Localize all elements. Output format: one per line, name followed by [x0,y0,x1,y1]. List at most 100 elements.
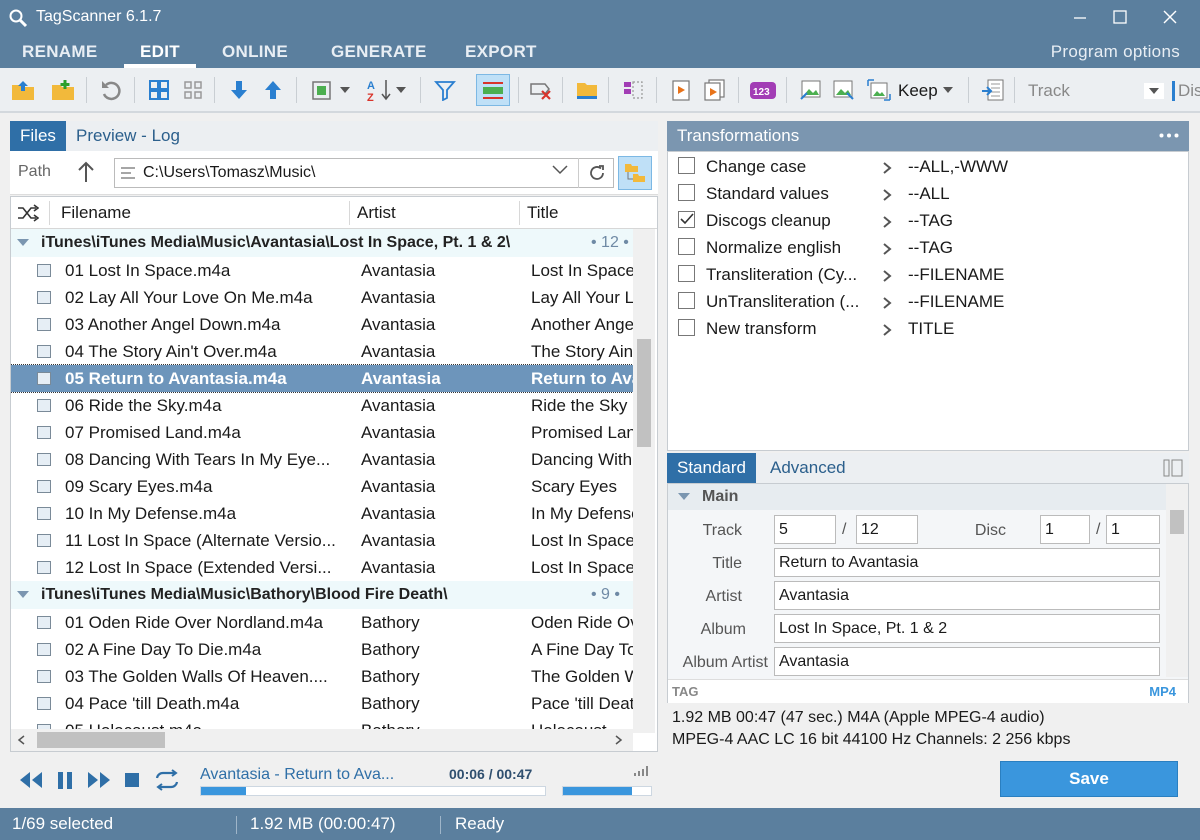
refresh-button[interactable] [578,158,614,188]
transform-checkbox[interactable] [678,265,695,282]
table-row[interactable]: 04 The Story Ain't Over.m4a Avantasia The … [11,338,633,365]
disc-total-input[interactable]: 1 [1106,515,1160,544]
table-row[interactable]: 10 In My Defense.m4a Avantasia In My Defen… [11,500,633,527]
transform-checkbox[interactable] [678,292,695,309]
select-dropdown[interactable] [338,77,352,103]
horizontal-scroll-thumb[interactable] [37,732,165,748]
artist-input[interactable]: Avantasia [774,581,1160,610]
transform-checkbox[interactable] [678,184,695,201]
transform-checkbox[interactable] [678,211,695,228]
vertical-scrollbar[interactable] [633,229,655,733]
table-row[interactable]: 02 Lay All Your Love On Me.m4a Avantasia L… [11,284,633,311]
transformation-item[interactable]: Change case --ALL,-WWW [668,154,1188,181]
table-row[interactable]: 11 Lost In Space (Alternate Versio... Ava… [11,527,633,554]
table-row[interactable]: 05 Return to Avantasia.m4a Avantasia Retur… [11,364,634,393]
table-row[interactable]: 07 Promised Land.m4a Avantasia Promised La… [11,419,633,446]
more-options-icon[interactable] [1159,133,1179,138]
album-artist-input[interactable]: Avantasia [774,647,1160,676]
tab-files[interactable]: Files [10,121,66,151]
table-row[interactable]: 02 A Fine Day To Die.m4a Bathory A Fine Da… [11,636,633,663]
album-input[interactable]: Lost In Space, Pt. 1 & 2 [774,614,1160,643]
horizontal-scrollbar[interactable] [11,729,633,751]
menu-online[interactable]: ONLINE [222,42,288,62]
thumbnails-view-button[interactable] [180,77,206,103]
table-row[interactable]: 01 Oden Ride Over Nordland.m4a Bathory Ode… [11,609,633,636]
disc-number-input[interactable]: 1 [1040,515,1090,544]
resize-cover-button[interactable] [866,77,892,103]
menu-generate[interactable]: GENERATE [331,42,427,62]
column-artist[interactable]: Artist [357,203,396,223]
scroll-left-icon[interactable] [17,735,25,745]
track-format-dropdown[interactable] [1144,83,1164,99]
column-filename[interactable]: Filename [61,203,131,223]
column-title[interactable]: Title [527,203,559,223]
grid-view-button[interactable] [146,77,172,103]
pause-button[interactable] [56,770,74,795]
folder-button[interactable] [574,77,600,103]
keep-dropdown[interactable] [940,77,956,103]
menu-export[interactable]: EXPORT [465,42,537,62]
transformation-item[interactable]: Normalize english --TAG [668,235,1188,262]
tab-advanced[interactable]: Advanced [760,453,856,483]
path-input[interactable]: C:\Users\Tomasz\Music\ [114,158,614,188]
title-input[interactable]: Return to Avantasia [774,548,1160,577]
scroll-right-icon[interactable] [615,735,623,745]
repeat-button[interactable] [154,769,180,796]
rewind-button[interactable] [18,770,44,795]
fast-forward-button[interactable] [86,770,112,795]
table-row[interactable]: 12 Lost In Space (Extended Versi... Avant… [11,554,633,581]
table-row[interactable]: 01 Lost In Space.m4a Avantasia Lost In Spa… [11,257,633,284]
volume-slider[interactable] [562,786,652,796]
apply-button[interactable] [980,77,1006,103]
cover-import-button[interactable] [798,77,824,103]
sort-dropdown[interactable] [394,77,408,103]
transformation-item[interactable]: New transform TITLE [668,316,1188,343]
filter-button[interactable] [432,77,458,103]
track-total-input[interactable]: 12 [856,515,918,544]
columns-button[interactable] [620,77,646,103]
select-button[interactable] [310,77,336,103]
transformation-item[interactable]: Transliteration (Cy... --FILENAME [668,262,1188,289]
group-header[interactable]: iTunes\iTunes Media\Music\Bathory\Blood … [11,581,633,609]
section-main[interactable]: Main [668,484,1166,510]
save-button[interactable]: Save [1000,761,1178,797]
path-dropdown[interactable] [552,162,572,182]
undo-button[interactable] [98,77,124,103]
transformation-item[interactable]: Standard values --ALL [668,181,1188,208]
clear-tags-button[interactable] [528,77,554,103]
table-row[interactable]: 03 Another Angel Down.m4a Avantasia Anothe… [11,311,633,338]
group-header[interactable]: iTunes\iTunes Media\Music\Avantasia\Lost… [11,229,633,257]
numbering-button[interactable]: 123 [748,77,778,103]
play-file-button[interactable] [668,77,694,103]
tab-standard[interactable]: Standard [667,453,756,483]
subfolders-toggle[interactable] [618,156,652,190]
properties-scrollbar[interactable] [1166,484,1188,677]
table-row[interactable]: 08 Dancing With Tears In My Eye... Avanta… [11,446,633,473]
table-row[interactable]: 09 Scary Eyes.m4a Avantasia Scary Eyes [11,473,633,500]
menu-edit[interactable]: EDIT [140,42,180,62]
vertical-scroll-thumb[interactable] [637,339,651,447]
open-folder-button[interactable] [10,77,36,103]
transform-checkbox[interactable] [678,238,695,255]
table-row[interactable]: 06 Ride the Sky.m4a Avantasia Ride the Sky [11,392,633,419]
play-files-button[interactable] [702,77,728,103]
highlight-toggle[interactable] [476,74,510,106]
table-row[interactable]: 03 The Golden Walls Of Heaven.... Bathory… [11,663,633,690]
transformation-item[interactable]: Discogs cleanup --TAG [668,208,1188,235]
tab-preview-log[interactable]: Preview - Log [66,121,190,151]
transform-checkbox[interactable] [678,319,695,336]
shuffle-button[interactable] [17,203,40,228]
program-options-link[interactable]: Program options [1051,42,1180,62]
sort-button[interactable]: AZ [366,77,392,103]
move-down-button[interactable] [226,77,252,103]
layout-toggle-icon[interactable] [1163,459,1183,477]
table-row[interactable]: 04 Pace 'till Death.m4a Bathory Pace 'till… [11,690,633,717]
menu-rename[interactable]: RENAME [22,42,97,62]
close-button[interactable] [1146,0,1194,34]
track-number-input[interactable]: 5 [774,515,836,544]
move-up-button[interactable] [260,77,286,103]
parent-folder-button[interactable] [76,160,100,186]
properties-scroll-thumb[interactable] [1170,510,1184,534]
cover-export-button[interactable] [830,77,856,103]
maximize-button[interactable] [1096,0,1144,34]
